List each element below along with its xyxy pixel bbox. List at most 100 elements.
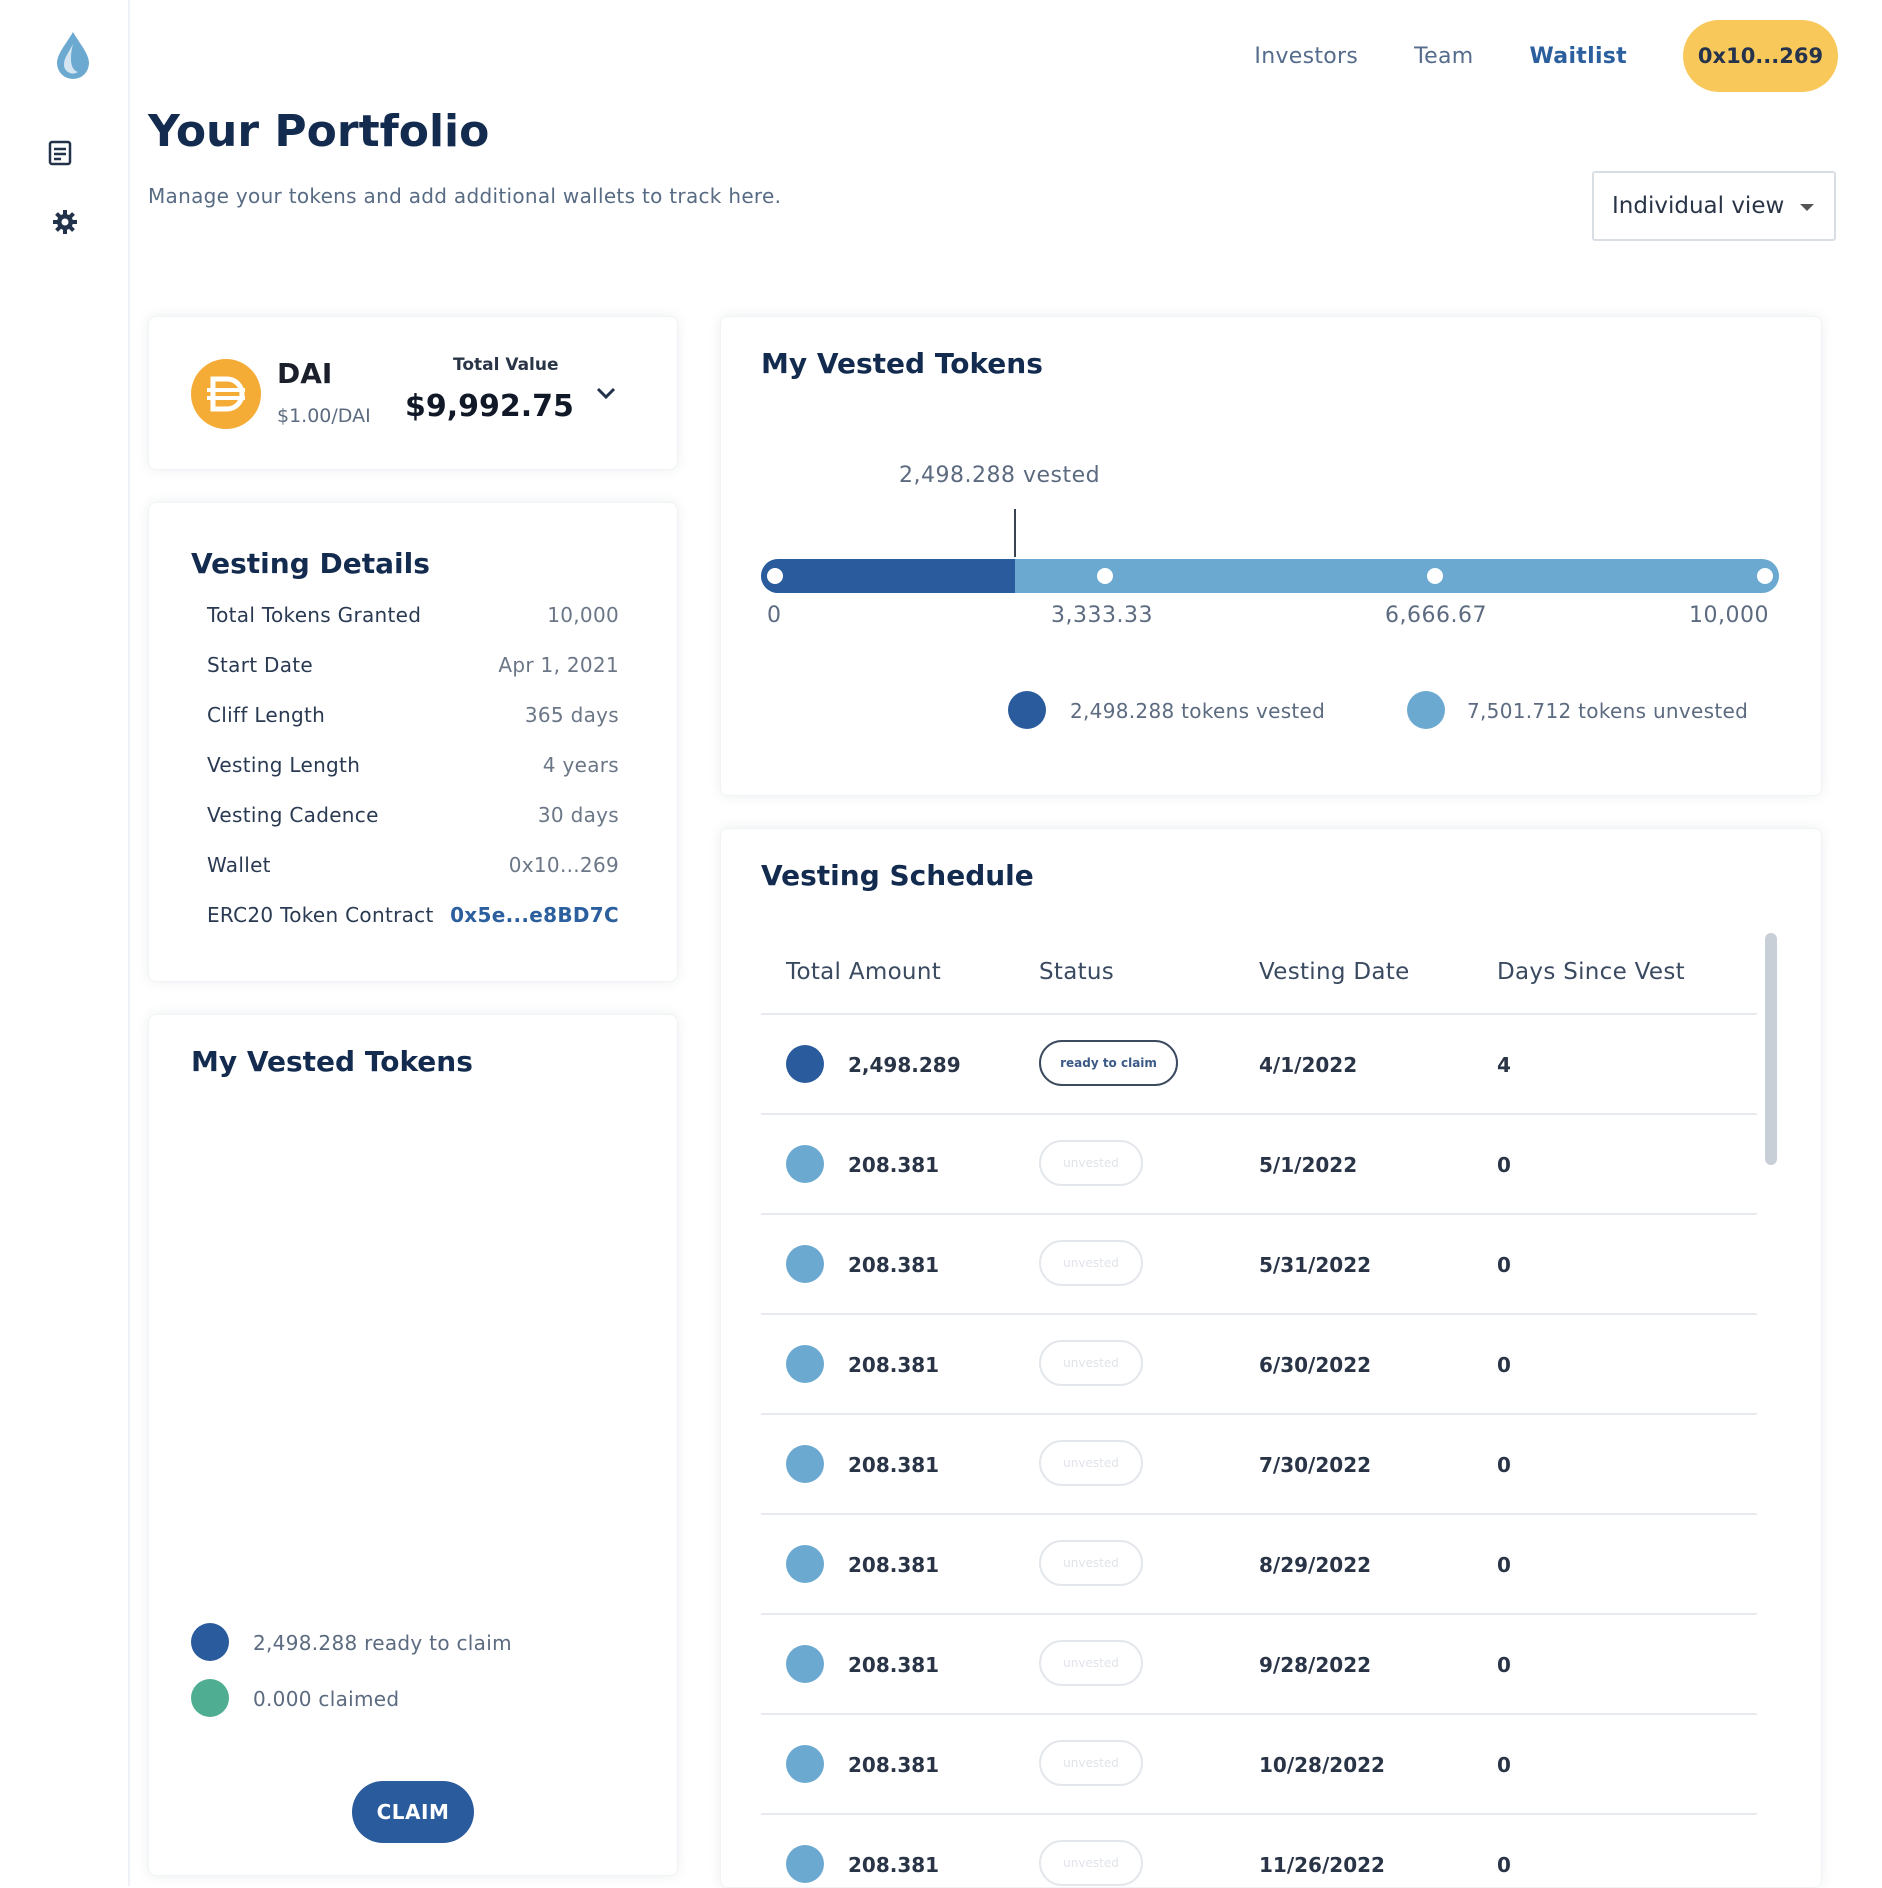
nav-link-waitlist[interactable]: Waitlist: [1530, 44, 1627, 69]
token-contract-link[interactable]: 0x5e...e8BD7C: [450, 903, 619, 927]
table-row: 208.381 unvested 8/29/2022 0: [761, 1513, 1757, 1615]
row-days: 0: [1497, 1353, 1511, 1377]
row-days: 0: [1497, 1153, 1511, 1177]
caret-down-icon: [1800, 204, 1814, 211]
total-value-label: Total Value: [453, 355, 559, 375]
row-date: 4/1/2022: [1259, 1053, 1358, 1077]
nav-link-investors[interactable]: Investors: [1254, 44, 1358, 69]
detail-row-wallet: Wallet 0x10...269: [207, 853, 619, 877]
token-card: DAI $1.00/DAI Total Value $9,992.75: [148, 316, 678, 470]
chevron-down-icon[interactable]: [595, 385, 617, 401]
row-date: 6/30/2022: [1259, 1353, 1372, 1377]
row-date: 9/28/2022: [1259, 1653, 1372, 1677]
header-status: Status: [1039, 959, 1115, 985]
row-days: 0: [1497, 1253, 1511, 1277]
document-icon[interactable]: [48, 140, 72, 166]
table-row: 208.381 unvested 5/31/2022 0: [761, 1213, 1757, 1315]
row-amount: 208.381: [848, 1653, 940, 1677]
detail-label: Cliff Length: [207, 703, 326, 727]
wallet-button[interactable]: 0x10...269: [1683, 20, 1838, 92]
vested-tokens-card: My Vested Tokens 2,498.288 vested 0 3,33…: [720, 316, 1822, 796]
claim-card: My Vested Tokens 2,498.288 ready to clai…: [148, 1014, 678, 1876]
unvested-legend-dot: [1407, 691, 1445, 729]
row-amount: 208.381: [848, 1253, 940, 1277]
row-date: 11/26/2022: [1259, 1853, 1385, 1877]
status-badge: unvested: [1039, 1340, 1143, 1386]
droplet-logo-icon[interactable]: [54, 30, 92, 80]
row-amount: 2,498.289: [848, 1053, 961, 1077]
tick-label: 3,333.33: [1051, 603, 1153, 628]
row-amount: 208.381: [848, 1353, 940, 1377]
ready-to-claim-text: 2,498.288 ready to claim: [253, 1631, 512, 1655]
detail-row-token-contract: ERC20 Token Contract 0x5e...e8BD7C: [207, 903, 619, 927]
table-row: 208.381 unvested 6/30/2022 0: [761, 1313, 1757, 1415]
row-amount: 208.381: [848, 1853, 940, 1877]
header-days-since-vest: Days Since Vest: [1497, 959, 1685, 985]
row-date: 7/30/2022: [1259, 1453, 1372, 1477]
row-days: 0: [1497, 1853, 1511, 1877]
detail-row-cliff-length: Cliff Length 365 days: [207, 703, 619, 727]
view-select-value: Individual view: [1612, 193, 1785, 219]
detail-label: Vesting Cadence: [207, 803, 379, 827]
tick-label: 10,000: [1689, 603, 1769, 628]
progress-tick-dot: [1097, 568, 1113, 584]
vested-tokens-title: My Vested Tokens: [761, 347, 1043, 380]
claim-card-title: My Vested Tokens: [191, 1045, 473, 1078]
row-date: 8/29/2022: [1259, 1553, 1372, 1577]
header-total-amount: Total Amount: [786, 959, 942, 985]
tick-label: 6,666.67: [1385, 603, 1487, 628]
table-row: 208.381 unvested 11/26/2022 0: [761, 1813, 1757, 1887]
table-row: 208.381 unvested 5/1/2022 0: [761, 1113, 1757, 1215]
unvested-dot: [786, 1745, 824, 1783]
row-days: 0: [1497, 1753, 1511, 1777]
vested-dot: [786, 1045, 824, 1083]
row-days: 0: [1497, 1453, 1511, 1477]
status-badge: unvested: [1039, 1740, 1143, 1786]
table-row: 208.381 unvested 10/28/2022 0: [761, 1713, 1757, 1815]
gear-icon[interactable]: [52, 209, 78, 235]
detail-row-vesting-length: Vesting Length 4 years: [207, 753, 619, 777]
sidebar: [0, 0, 130, 1886]
row-days: 0: [1497, 1653, 1511, 1677]
detail-row-total-tokens: Total Tokens Granted 10,000: [207, 603, 619, 627]
claimed-text: 0.000 claimed: [253, 1687, 400, 1711]
nav-link-team[interactable]: Team: [1414, 44, 1473, 69]
claimed-dot: [191, 1679, 229, 1717]
detail-label: ERC20 Token Contract: [207, 903, 434, 927]
row-amount: 208.381: [848, 1753, 940, 1777]
vesting-schedule-card: Vesting Schedule Total Amount Status Ves…: [720, 828, 1822, 1888]
row-days: 4: [1497, 1053, 1511, 1077]
table-scrollbar[interactable]: [1765, 933, 1777, 1165]
row-days: 0: [1497, 1553, 1511, 1577]
status-badge: unvested: [1039, 1140, 1143, 1186]
view-select[interactable]: Individual view: [1592, 171, 1836, 241]
table-row: 2,498.289 ready to claim 4/1/2022 4: [761, 1013, 1757, 1115]
detail-value: Apr 1, 2021: [498, 653, 619, 677]
status-badge: unvested: [1039, 1440, 1143, 1486]
detail-label: Start Date: [207, 653, 314, 677]
vesting-progress-fill: [761, 559, 1015, 593]
vesting-details-card: Vesting Details Total Tokens Granted 10,…: [148, 502, 678, 982]
status-badge: unvested: [1039, 1240, 1143, 1286]
page-title: Your Portfolio: [148, 106, 490, 157]
top-nav: Investors Team Waitlist 0x10...269: [1254, 20, 1838, 92]
vesting-progress-track: [761, 559, 1779, 593]
header-vesting-date: Vesting Date: [1259, 959, 1410, 985]
dai-coin-icon: [191, 359, 261, 429]
unvested-dot: [786, 1345, 824, 1383]
vested-amount-label: 2,498.288 vested: [899, 463, 1101, 488]
token-name: DAI: [277, 357, 333, 390]
status-badge: unvested: [1039, 1540, 1143, 1586]
detail-label: Vesting Length: [207, 753, 361, 777]
progress-tick-dot: [767, 568, 783, 584]
status-badge: unvested: [1039, 1640, 1143, 1686]
detail-row-start-date: Start Date Apr 1, 2021: [207, 653, 619, 677]
unvested-dot: [786, 1545, 824, 1583]
vesting-details-title: Vesting Details: [191, 547, 430, 580]
claim-button[interactable]: CLAIM: [352, 1781, 474, 1843]
row-date: 10/28/2022: [1259, 1753, 1385, 1777]
unvested-legend-text: 7,501.712 tokens unvested: [1467, 699, 1749, 723]
vesting-schedule-title: Vesting Schedule: [761, 859, 1034, 892]
detail-value: 365 days: [524, 703, 619, 727]
detail-value: 30 days: [537, 803, 619, 827]
